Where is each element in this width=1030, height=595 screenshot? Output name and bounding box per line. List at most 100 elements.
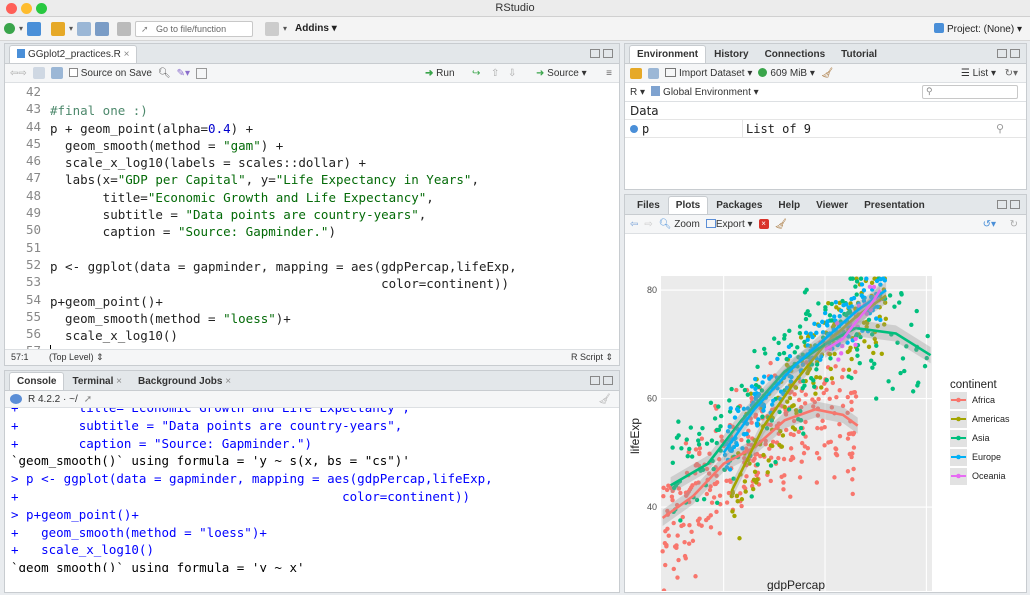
close-terminal-icon[interactable]: × [116,376,122,387]
scatter-point [814,480,820,485]
tab-console[interactable]: Console [9,372,65,390]
next-plot-icon[interactable]: ⇨ [644,219,652,230]
load-workspace-icon[interactable] [630,67,642,79]
panes-dropdown-icon[interactable]: ▾ [283,24,287,33]
scatter-point [817,375,823,380]
open-file-icon[interactable] [51,21,66,36]
tab-tutorial[interactable]: Tutorial [833,45,885,63]
source-button[interactable]: ➜ Source ▾ [536,68,587,79]
scatter-point [902,368,907,374]
environment-window-buttons[interactable] [997,49,1020,58]
close-window-button[interactable] [6,3,17,14]
code-line: scale_x_log10(labels = scales::dollar) + [50,155,367,171]
console-line: + color=continent)) [11,488,471,504]
scatter-point [870,365,875,370]
environment-search-input[interactable]: ⚲ [922,85,1018,99]
back-arrow-icon[interactable]: ⇦⇨ [10,68,27,79]
close-tab-icon[interactable]: × [124,49,130,60]
filetype-menu[interactable]: R Script ⇕ [571,350,613,365]
tab-connections[interactable]: Connections [757,45,834,63]
rerun-icon[interactable]: ↪ [472,68,480,79]
console-line: `geom_smooth()` using formula = 'y ~ s(x… [11,453,410,469]
tab-history[interactable]: History [706,45,756,63]
save-file-icon[interactable] [50,67,63,79]
refresh-plot-icon[interactable]: ↻ [1010,219,1018,230]
previous-plot-icon[interactable]: ⇦ [630,219,638,230]
scatter-point [861,288,867,293]
scatter-point [752,469,758,475]
new-file-dropdown-icon[interactable]: ▾ [19,24,23,33]
minimize-window-button[interactable] [21,3,32,14]
print-icon[interactable] [117,21,132,36]
run-button[interactable]: ➜ Run [425,68,455,79]
scatter-point [909,322,914,328]
scatter-point [824,387,829,393]
code-area[interactable]: 42 43 44 45 46 47 48 49 50 51 52 53 54 5… [5,83,619,349]
memory-usage-button[interactable]: 609 MiB ▾ [758,67,815,79]
view-data-icon[interactable]: ⚲ [996,120,1026,137]
import-dataset-button[interactable]: Import Dataset ▾ [665,67,752,79]
scatter-point [776,455,781,461]
refresh-icon[interactable]: ↻▾ [1005,68,1018,79]
scatter-point [664,542,669,548]
zoom-button[interactable]: 🔍︎ Zoom [659,219,700,230]
scatter-point [828,356,833,361]
go-down-icon[interactable]: ⇩ [508,68,516,79]
tab-ggplot2-practices[interactable]: GGplot2_practices.R × [9,45,138,63]
tab-terminal[interactable]: Terminal × [64,372,130,390]
addins-menu[interactable]: Addins ▾ [295,23,337,34]
scatter-point [822,310,828,316]
tab-environment[interactable]: Environment [629,45,707,63]
list-view-menu[interactable]: ☰ List ▾ [961,68,996,79]
scatter-point [788,446,794,451]
maximize-window-button[interactable] [36,3,47,14]
scope-menu[interactable]: (Top Level) ⇕ [49,352,104,362]
new-project-icon[interactable] [27,21,42,36]
open-dropdown-icon[interactable]: ▾ [69,24,73,33]
code-tools-icon[interactable]: ✎▾ [177,68,190,79]
tab-background-jobs[interactable]: Background Jobs × [130,372,239,390]
clear-console-icon[interactable]: 🧹︎ [598,394,611,405]
r-file-icon [17,49,25,58]
tab-presentation[interactable]: Presentation [856,196,933,214]
publish-icon[interactable]: ↺▾ [983,219,996,230]
clear-plots-icon[interactable]: 🧹︎ [775,219,788,230]
editor-window-buttons[interactable] [590,49,613,58]
goto-dir-icon[interactable]: ➚ [84,394,92,405]
search-icon[interactable]: 🔍︎ [158,68,171,79]
project-menu[interactable]: Project: (None) ▾ [933,22,1022,35]
show-in-window-icon[interactable] [32,67,45,79]
scope-menu[interactable]: Global Environment ▾ [651,86,759,98]
outline-icon[interactable]: ≡ [606,68,612,79]
close-jobs-icon[interactable]: × [225,376,231,387]
console-output[interactable]: + title="Economic Growth and Life Expect… [5,408,619,572]
console-line: + scale_x_log10() [11,542,154,558]
export-button[interactable]: Export ▾ [705,218,753,230]
new-file-icon[interactable] [4,23,15,34]
compile-report-icon[interactable] [196,67,208,79]
scatter-point [765,470,770,475]
tab-packages[interactable]: Packages [708,196,770,214]
scatter-point [696,442,702,447]
go-up-icon[interactable]: ⇧ [491,68,499,79]
workspace-panes-icon[interactable] [265,21,280,36]
console-window-buttons[interactable] [590,376,613,385]
tab-plots[interactable]: Plots [667,196,709,214]
tab-viewer[interactable]: Viewer [808,196,856,214]
tab-help[interactable]: Help [770,196,808,214]
save-all-icon[interactable] [95,21,110,36]
plots-window-buttons[interactable] [997,200,1020,209]
language-menu[interactable]: R ▾ [630,87,645,98]
remove-plot-icon[interactable]: × [758,219,769,229]
clear-objects-icon[interactable]: 🧹︎ [821,68,834,79]
save-icon[interactable] [77,21,92,36]
goto-file-input[interactable]: ➚ Go to file/function [135,20,254,37]
scatter-point [859,282,865,287]
save-workspace-icon[interactable] [648,67,659,79]
tab-files[interactable]: Files [629,196,668,214]
source-on-save-checkbox[interactable]: Source on Save [68,67,152,79]
environment-row-p[interactable]: p List of 9 ⚲ [625,120,1026,138]
expand-icon[interactable] [630,125,638,133]
scatter-point [712,416,718,421]
